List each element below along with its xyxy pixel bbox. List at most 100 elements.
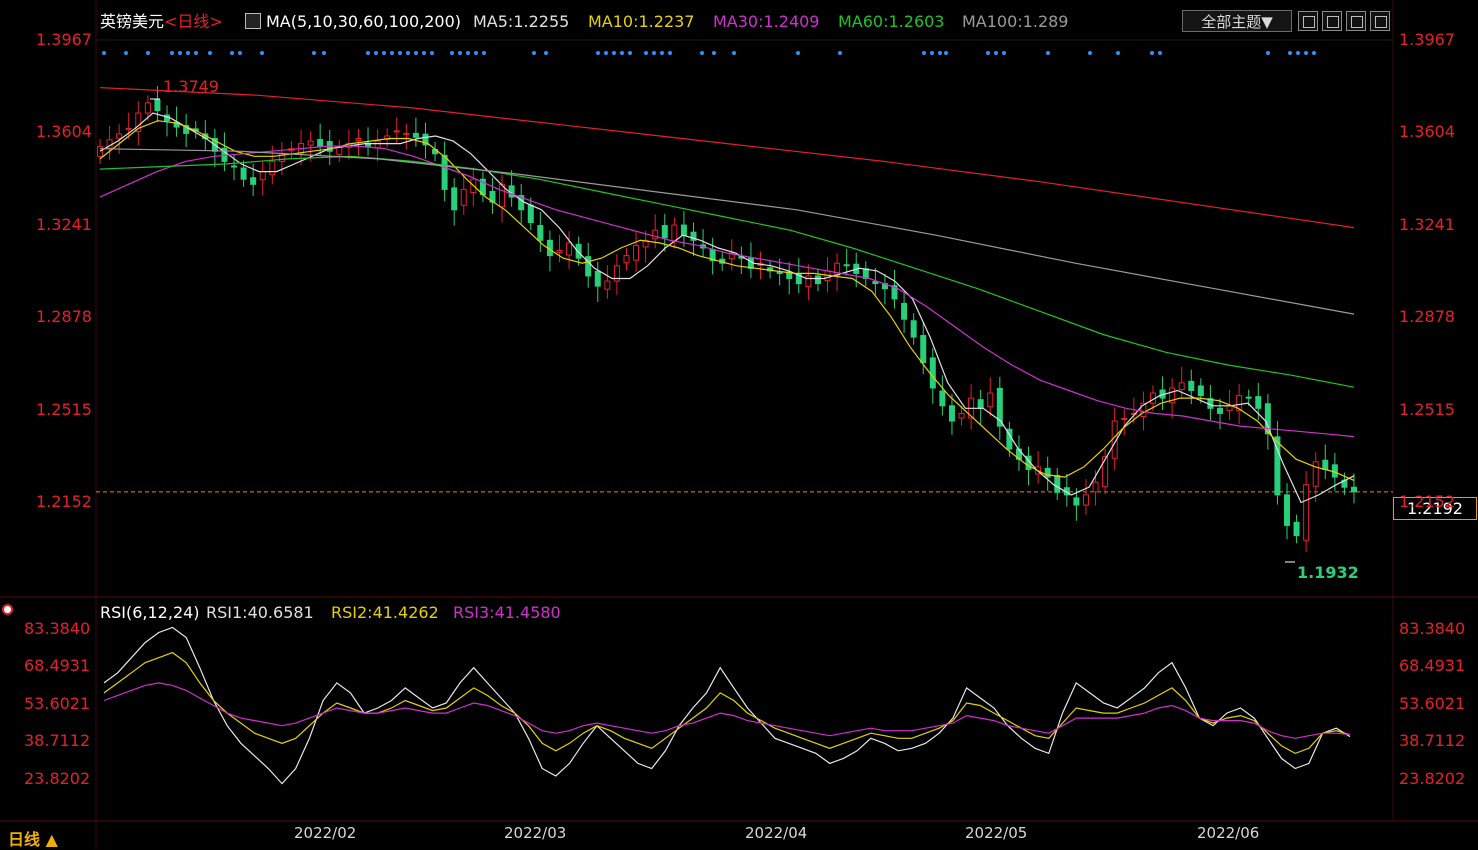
signal-dot — [178, 51, 182, 55]
candle-body — [537, 225, 544, 241]
candle-body — [231, 165, 238, 168]
price-axis-label-right: 1.2515 — [1399, 399, 1455, 419]
ma-line-ma5 — [99, 112, 1355, 504]
rsi-line-rsi1 — [103, 626, 1351, 785]
candle-body — [125, 127, 132, 130]
candle-body — [939, 390, 946, 407]
rsi-line-rsi3 — [103, 682, 1351, 739]
candle-body — [901, 302, 908, 320]
signal-dot — [366, 51, 370, 55]
high-price-label: 1.3749 — [163, 77, 219, 96]
price-chart[interactable] — [0, 0, 1478, 849]
ma100-value: MA100:1.289 — [962, 12, 1069, 31]
price-axis-label-right: 1.3967 — [1399, 30, 1455, 49]
period-tag[interactable]: <日线> — [164, 12, 223, 31]
grid-layout-icon[interactable] — [1298, 11, 1318, 31]
signal-dot — [628, 51, 632, 55]
play-icon[interactable] — [1346, 11, 1366, 31]
signal-dot — [414, 51, 418, 55]
signal-dot — [1150, 51, 1154, 55]
candle-body — [336, 146, 343, 155]
candle-body — [259, 171, 266, 181]
signal-dot — [422, 51, 426, 55]
candle-body — [527, 204, 534, 224]
candle-body — [1331, 464, 1338, 478]
candle-body — [1178, 382, 1185, 390]
signal-dot — [124, 51, 128, 55]
forward-icon[interactable] — [1370, 11, 1390, 31]
candle-body — [1073, 497, 1080, 506]
signal-dot — [1158, 51, 1162, 55]
date-label-jun: 2022/06 — [1197, 824, 1260, 842]
candle-body — [1102, 456, 1109, 488]
signal-dot — [238, 51, 242, 55]
instrument-name: 英镑美元 — [100, 12, 165, 31]
candle-body — [1293, 521, 1300, 537]
signal-dot — [994, 51, 998, 55]
signal-dot — [382, 51, 386, 55]
signal-dot — [796, 51, 800, 55]
signal-dot — [660, 51, 664, 55]
candle-body — [566, 242, 573, 256]
candle-body — [441, 154, 448, 190]
candle-body — [977, 399, 984, 409]
rsi1-value: RSI1:40.6581 — [206, 603, 314, 622]
topic-select-button[interactable]: 全部主题▼ — [1182, 10, 1292, 32]
ma-line-ma200 — [99, 87, 1355, 229]
ma-line-ma100 — [99, 148, 1355, 315]
signal-dot — [482, 51, 486, 55]
signal-dot — [532, 51, 536, 55]
signal-dot — [986, 51, 990, 55]
signal-dot — [700, 51, 704, 55]
candle-body — [948, 405, 955, 422]
signal-dot — [938, 51, 942, 55]
ma-settings-icon[interactable] — [245, 13, 261, 29]
signal-dot — [466, 51, 470, 55]
indicator-marker-icon[interactable] — [2, 604, 13, 615]
signal-dot — [230, 51, 234, 55]
candle-body — [250, 177, 257, 185]
signal-dot — [374, 51, 378, 55]
rsi3-value: RSI3:41.4580 — [453, 603, 561, 622]
signal-dot — [1296, 51, 1300, 55]
ma-line-ma60 — [99, 155, 1355, 388]
signal-dot — [398, 51, 402, 55]
ma30-value: MA30:1.2409 — [713, 12, 820, 31]
candle-body — [116, 133, 123, 139]
price-axis-label-left: 1.3967 — [36, 30, 92, 49]
candle-body — [623, 255, 630, 264]
date-label-feb: 2022/02 — [294, 824, 357, 842]
signal-dot — [1088, 51, 1092, 55]
candle-body — [1283, 494, 1290, 526]
price-axis-label-left: 1.2515 — [36, 399, 92, 419]
price-axis-label-right: 1.3604 — [1399, 122, 1455, 142]
signal-dot — [712, 51, 716, 55]
candle-body — [1121, 418, 1128, 421]
signal-dot — [170, 51, 174, 55]
candle-body — [958, 412, 965, 419]
rsi-axis-label-right: 53.6021 — [1399, 694, 1466, 713]
candle-body — [1044, 467, 1051, 478]
candle-body — [1054, 475, 1061, 493]
low-price-label: 1.1932 — [1297, 563, 1359, 582]
rsi-params: RSI(6,12,24) — [100, 603, 200, 622]
signal-dot — [194, 51, 198, 55]
candle-body — [652, 229, 659, 240]
period-tab[interactable]: 日线 ▲ — [8, 826, 58, 850]
signal-dot — [208, 51, 212, 55]
ma10-value: MA10:1.2237 — [588, 12, 695, 31]
window-layout-icon[interactable] — [1322, 11, 1342, 31]
signal-dot — [652, 51, 656, 55]
signal-dot — [1002, 51, 1006, 55]
signal-dot — [544, 51, 548, 55]
instrument-title: 英镑美元<日线> — [100, 13, 223, 31]
rsi-axis-label-right: 23.8202 — [1399, 769, 1466, 788]
candle-body — [460, 188, 467, 206]
signal-dot — [944, 51, 948, 55]
rsi-axis-label-left: 38.7112 — [24, 731, 91, 751]
date-label-mar: 2022/03 — [504, 824, 567, 842]
signal-dot — [620, 51, 624, 55]
ma60-value: MA60:1.2603 — [838, 12, 945, 31]
candle-body — [355, 138, 362, 142]
price-axis-label-left: 1.2152 — [36, 492, 92, 511]
